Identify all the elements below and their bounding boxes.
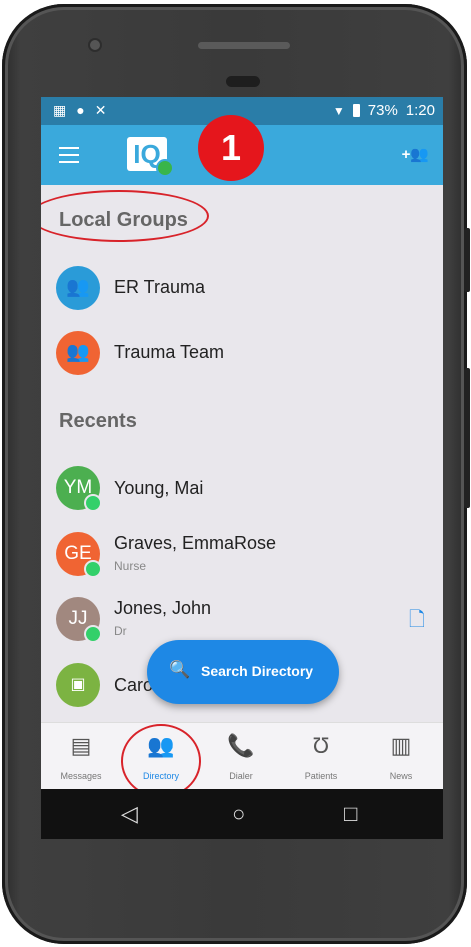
contact-name: Jones, John bbox=[114, 598, 212, 618]
highlight-circle-local-groups bbox=[41, 190, 209, 242]
nav-messages[interactable]: ▤ Messages bbox=[41, 723, 121, 790]
presence-indicator bbox=[84, 625, 102, 643]
battery-level: 73% bbox=[367, 102, 398, 119]
group-row-er-trauma[interactable]: 👥 ER Trauma bbox=[41, 260, 443, 316]
avatar: JJ bbox=[56, 597, 102, 643]
nav-label: News bbox=[389, 771, 413, 781]
back-icon[interactable]: ◁ bbox=[121, 801, 138, 827]
nav-label: Dialer bbox=[229, 771, 253, 781]
presence-indicator bbox=[84, 494, 102, 512]
home-icon[interactable]: ○ bbox=[232, 801, 245, 827]
avatar-initials: JJ bbox=[68, 608, 88, 629]
app-logo: IQ bbox=[127, 137, 174, 177]
nav-label: Messages bbox=[60, 771, 102, 781]
hamburger-menu-icon[interactable] bbox=[59, 147, 79, 163]
recents-heading: Recents bbox=[59, 410, 137, 432]
android-icon: ● bbox=[76, 102, 85, 118]
search-icon: 🔍 bbox=[169, 660, 191, 679]
front-camera bbox=[90, 40, 100, 50]
add-user-icon[interactable]: +👥 bbox=[402, 145, 429, 163]
earpiece bbox=[226, 76, 260, 87]
avatar: YM bbox=[56, 466, 102, 512]
recent-apps-icon[interactable]: □ bbox=[344, 801, 357, 827]
step-number-badge: 1 bbox=[198, 115, 264, 181]
nav-news[interactable]: ▥ News bbox=[361, 723, 441, 790]
nav-patients[interactable]: Ʊ Patients bbox=[281, 723, 361, 790]
battery-icon bbox=[352, 104, 360, 117]
group-name: Trauma Team bbox=[114, 342, 225, 362]
contact-row-young-mai[interactable]: YM Young, Mai bbox=[41, 462, 443, 518]
calendar-icon: ▣ bbox=[56, 663, 100, 707]
speaker-grille bbox=[198, 42, 290, 49]
app-bar: IQ 1 +👥 bbox=[41, 115, 443, 185]
contact-row-graves-emmarose[interactable]: GE Graves, EmmaRose Nurse bbox=[41, 526, 443, 582]
signal-icon: ▼ bbox=[332, 103, 345, 118]
volume-button bbox=[464, 228, 470, 292]
notification-icon: ▦ bbox=[53, 102, 67, 118]
clock: 1:20 bbox=[405, 102, 435, 119]
presence-indicator bbox=[84, 560, 102, 578]
contact-name: Graves, EmmaRose bbox=[114, 533, 277, 553]
message-icon: ▤ bbox=[70, 733, 92, 758]
group-name: ER Trauma bbox=[114, 277, 206, 297]
avatar: GE bbox=[56, 532, 102, 578]
contact-name: Young, Mai bbox=[114, 478, 204, 498]
document-icon[interactable]: 🗋 bbox=[409, 605, 425, 639]
search-directory-label: Search Directory bbox=[201, 663, 314, 679]
contact-role: Dr bbox=[114, 624, 127, 638]
app-screen: ▦ ● ✕ ▼ 73% 1:20 IQ 1 +👥 Local Groups 👥 … bbox=[41, 97, 443, 839]
news-icon: ▥ bbox=[390, 733, 412, 758]
contact-role: Nurse bbox=[114, 559, 147, 573]
phone-icon: 📞 bbox=[227, 733, 255, 758]
stethoscope-icon: Ʊ bbox=[312, 733, 330, 758]
missed-call-icon: ✕ bbox=[94, 102, 107, 118]
group-icon: 👥 bbox=[56, 331, 100, 375]
power-button bbox=[464, 368, 470, 508]
search-directory-button[interactable]: 🔍 Search Directory bbox=[147, 640, 339, 704]
nav-label: Patients bbox=[304, 771, 338, 781]
bottom-navigation: ▤ Messages 👥 Directory 📞 Dialer Ʊ Patien… bbox=[41, 722, 443, 790]
highlight-circle-directory bbox=[121, 724, 201, 798]
group-icon: 👥 bbox=[56, 266, 100, 310]
group-row-trauma-team[interactable]: 👥 Trauma Team bbox=[41, 325, 443, 381]
nav-dialer[interactable]: 📞 Dialer bbox=[201, 723, 281, 790]
system-navigation-bar: ◁ ○ □ bbox=[41, 789, 443, 839]
contact-row-jones-john[interactable]: JJ Jones, John Dr 🗋 bbox=[41, 591, 443, 647]
online-status-dot bbox=[156, 159, 174, 177]
